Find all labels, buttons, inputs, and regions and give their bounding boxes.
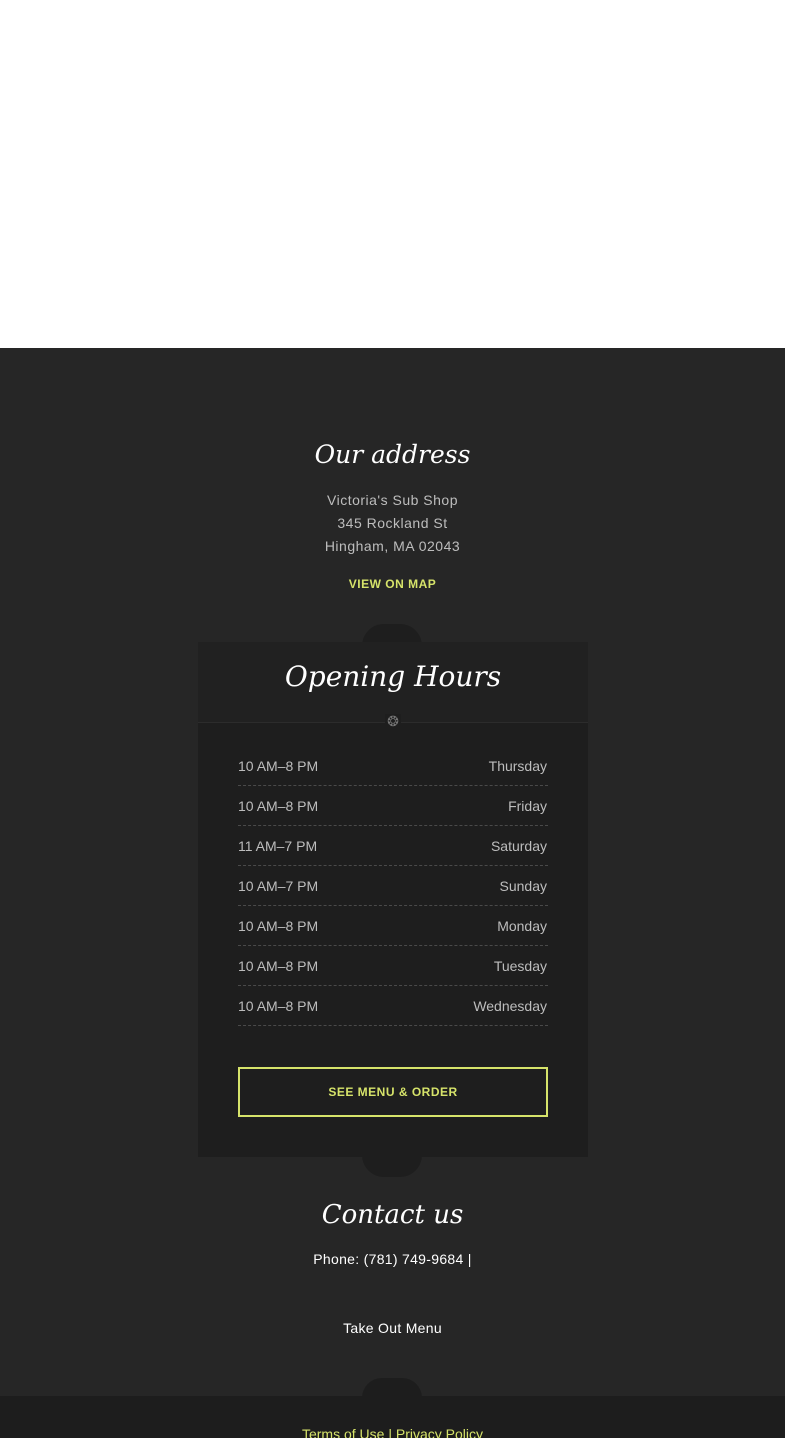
privacy-policy-link[interactable]: Privacy Policy xyxy=(396,1426,483,1438)
hours-row: 10 AM–8 PM Monday xyxy=(238,906,548,946)
hours-title: Opening Hours xyxy=(284,660,502,693)
hours-day: Tuesday xyxy=(493,958,547,974)
terms-of-use-link[interactable]: Terms of Use xyxy=(302,1426,384,1438)
hours-time: 10 AM–8 PM xyxy=(238,758,319,774)
hours-row: 11 AM–7 PM Saturday xyxy=(238,826,548,866)
map-area xyxy=(0,0,785,348)
hours-time: 10 AM–8 PM xyxy=(238,998,319,1014)
hours-header: Opening Hours xyxy=(198,642,588,723)
footer-links: Terms of Use | Privacy Policy xyxy=(0,1426,785,1438)
hours-row: 10 AM–7 PM Sunday xyxy=(238,866,548,906)
business-name: Victoria's Sub Shop xyxy=(327,492,458,508)
hours-day: Monday xyxy=(497,918,547,934)
see-menu-order-button[interactable]: SEE MENU & ORDER xyxy=(238,1067,548,1117)
address-title: Our address xyxy=(314,440,471,469)
view-on-map-link[interactable]: VIEW ON MAP xyxy=(0,577,785,591)
hours-day: Saturday xyxy=(490,838,547,854)
hours-time: 10 AM–8 PM xyxy=(238,958,319,974)
take-out-menu-link[interactable]: Take Out Menu xyxy=(0,1320,785,1336)
hours-time: 11 AM–7 PM xyxy=(238,838,318,854)
ornament-icon: ❂ xyxy=(385,714,401,730)
footer-notch xyxy=(362,1378,422,1398)
contact-title: Contact us xyxy=(321,1200,464,1230)
phone-number[interactable]: Phone: (781) 749-9684 | xyxy=(0,1251,785,1267)
hours-day: Friday xyxy=(508,798,547,814)
street-address: 345 Rockland St xyxy=(337,515,448,531)
hours-day: Thursday xyxy=(488,758,547,774)
footer-separator: | xyxy=(388,1426,392,1438)
hours-time: 10 AM–8 PM xyxy=(238,918,319,934)
city-address: Hingham, MA 02043 xyxy=(324,538,461,554)
hours-row: 10 AM–8 PM Friday xyxy=(238,786,548,826)
hours-list: 10 AM–8 PM Thursday 10 AM–8 PM Friday 11… xyxy=(238,746,548,1026)
hours-day: Sunday xyxy=(499,878,547,894)
hours-row: 10 AM–8 PM Wednesday xyxy=(238,986,548,1026)
footer: Terms of Use | Privacy Policy xyxy=(0,1396,785,1438)
hours-time: 10 AM–7 PM xyxy=(238,878,319,894)
hours-time: 10 AM–8 PM xyxy=(238,798,319,814)
hours-row: 10 AM–8 PM Tuesday xyxy=(238,946,548,986)
opening-hours-card: Opening Hours ❂ 10 AM–8 PM Thursday 10 A… xyxy=(198,642,588,1157)
hours-row: 10 AM–8 PM Thursday xyxy=(238,746,548,786)
hours-day: Wednesday xyxy=(473,998,547,1014)
